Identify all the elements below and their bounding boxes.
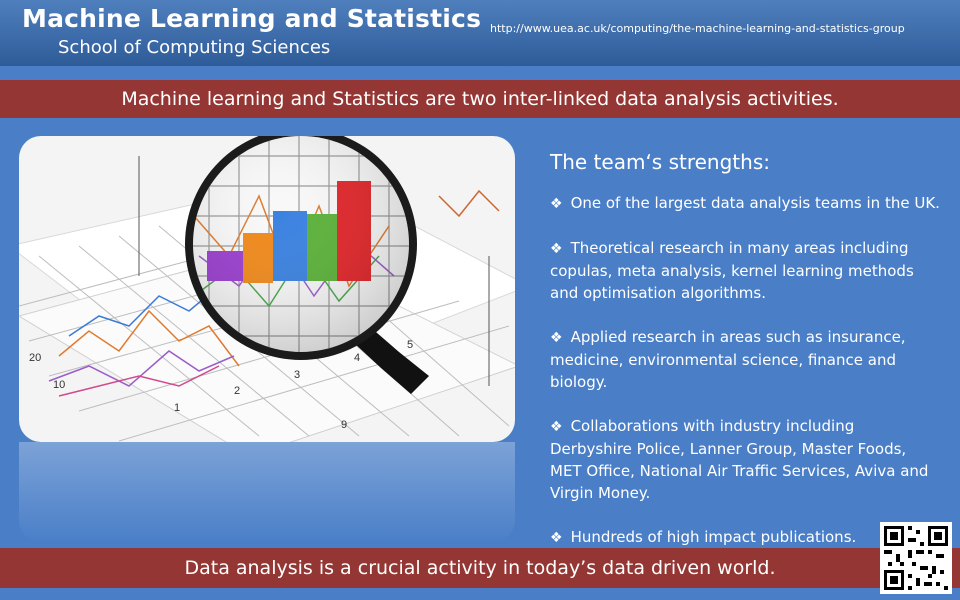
- axis-number: 2: [234, 385, 240, 397]
- diamond-bullet-icon: ❖: [550, 530, 563, 546]
- axis-number: 4: [354, 352, 360, 364]
- qr-code-icon[interactable]: [880, 522, 952, 594]
- diamond-bullet-icon: ❖: [550, 330, 563, 346]
- axis-number: 20: [29, 352, 41, 364]
- axis-number: 1: [174, 402, 180, 414]
- strength-text: One of the largest data analysis teams i…: [570, 194, 940, 212]
- strength-item: ❖ Applied research in areas such as insur…: [550, 326, 940, 393]
- bottom-strip: [0, 588, 960, 600]
- strength-item: ❖ One of the largest data analysis teams …: [550, 192, 940, 215]
- footer-band: Data analysis is a crucial activity in t…: [0, 548, 960, 588]
- axis-number: 10: [53, 379, 65, 391]
- axis-number: 3: [294, 369, 300, 381]
- strength-text: Hundreds of high impact publications.: [570, 528, 857, 546]
- tagline-band: Machine learning and Statistics are two …: [0, 80, 960, 118]
- strengths-heading: The team‘s strengths:: [550, 150, 770, 174]
- axis-number: 9: [341, 419, 347, 431]
- qr-code-pattern: [884, 526, 948, 590]
- strength-text: Applied research in areas such as insura…: [550, 328, 906, 391]
- axis-number: 5: [407, 339, 413, 351]
- diamond-bullet-icon: ❖: [550, 241, 563, 257]
- chart-illustration: 20 10 1 2 3 4 5 9: [19, 136, 515, 442]
- magnifying-glass-chart-image: 20 10 1 2 3 4 5 9: [19, 136, 515, 442]
- diamond-bullet-icon: ❖: [550, 419, 563, 435]
- strength-item: ❖ Theoretical research in many areas incl…: [550, 237, 940, 304]
- strength-text: Collaborations with industry including D…: [550, 417, 929, 502]
- page-title: Machine Learning and Statistics: [22, 4, 482, 33]
- group-url-link[interactable]: http://www.uea.ac.uk/computing/the-machi…: [490, 22, 905, 35]
- page-subtitle: School of Computing Sciences: [58, 37, 331, 58]
- strength-text: Theoretical research in many areas inclu…: [550, 239, 914, 302]
- strength-item: ❖ Collaborations with industry including …: [550, 415, 940, 504]
- header-banner: Machine Learning and Statistics School o…: [0, 0, 960, 66]
- diamond-bullet-icon: ❖: [550, 196, 563, 212]
- image-reflection: [19, 442, 515, 542]
- team-strengths: The team‘s strengths: ❖ One of the larges…: [550, 150, 940, 571]
